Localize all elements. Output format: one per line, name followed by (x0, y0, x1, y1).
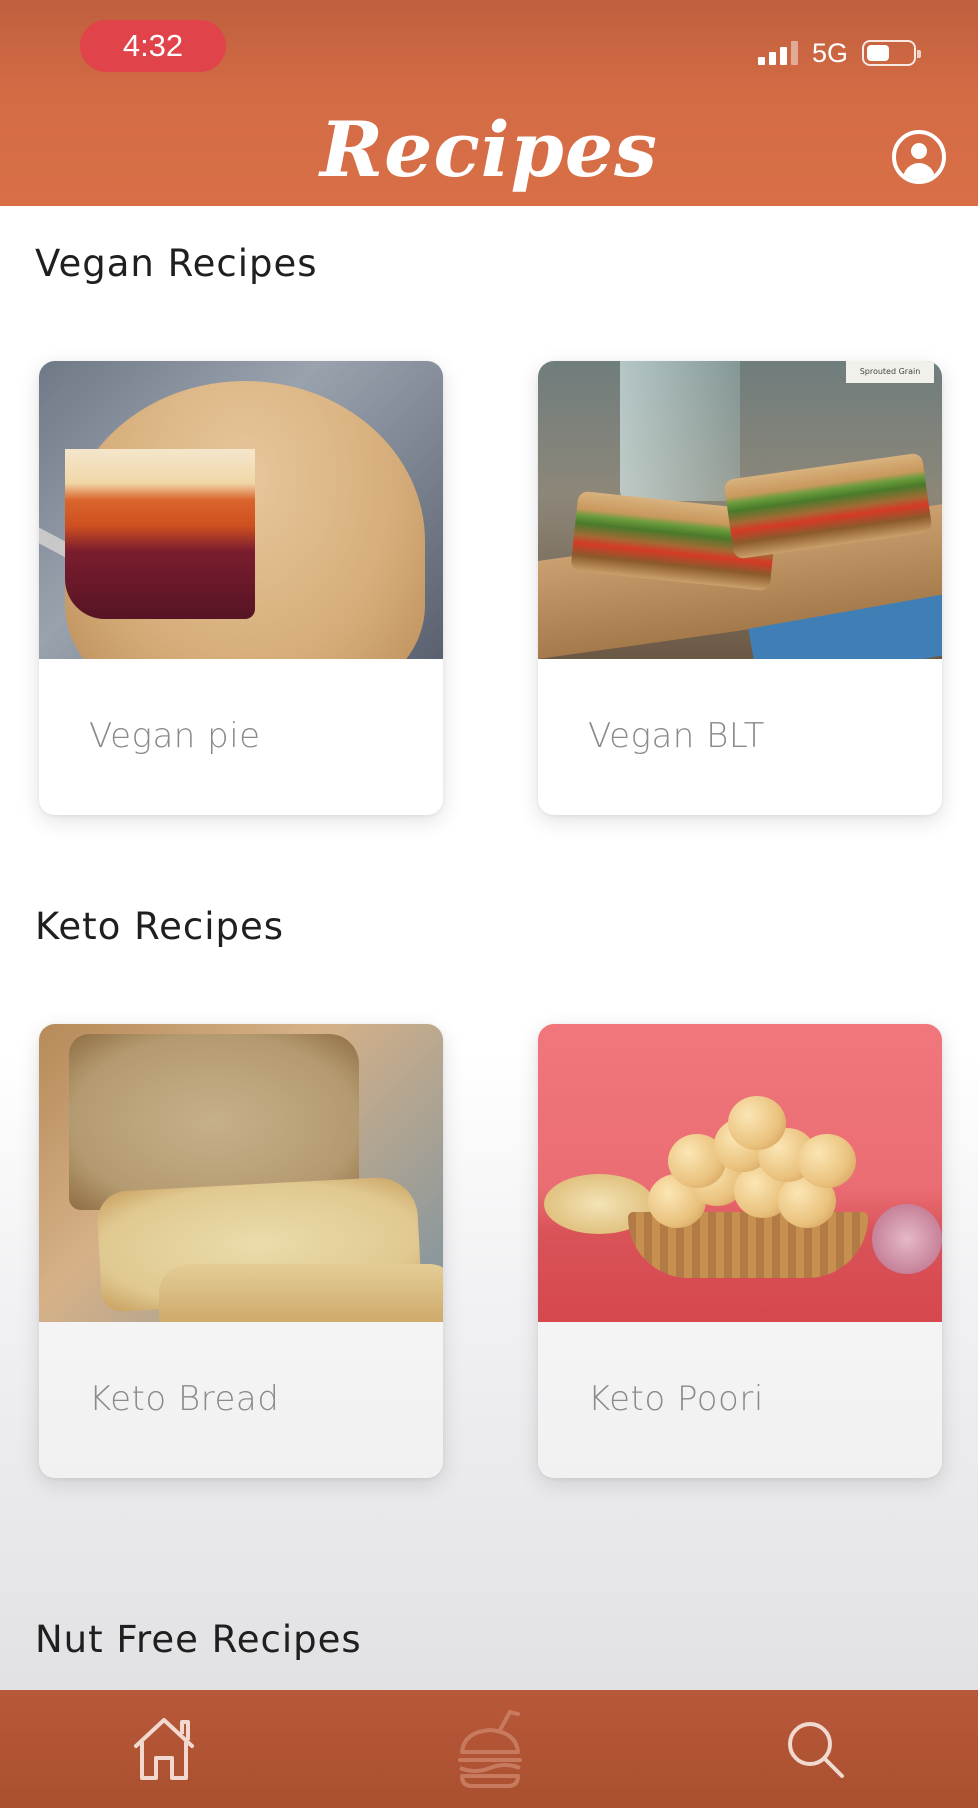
signal-icon (757, 41, 798, 65)
burger-icon (458, 1709, 522, 1788)
recipe-card-vegan-blt[interactable]: Sprouted Grain Vegan BLT (538, 361, 942, 815)
nav-recipes-button[interactable] (430, 1690, 550, 1808)
battery-icon (862, 40, 921, 66)
nav-home-button[interactable] (104, 1690, 224, 1808)
recipe-card-keto-bread[interactable]: Keto Bread (39, 1024, 443, 1478)
bottom-nav (0, 1690, 978, 1808)
status-indicators: 5G (757, 36, 921, 70)
page-title: Recipes (320, 105, 658, 194)
recipe-card-label: Keto Bread (89, 1379, 280, 1419)
package-tag: Sprouted Grain (846, 361, 934, 383)
search-icon (788, 1722, 844, 1778)
keto-poori-image (538, 1024, 942, 1322)
keto-bread-image (39, 1024, 443, 1322)
nav-search-button[interactable] (756, 1690, 876, 1808)
recipe-card-label: Keto Poori (588, 1379, 764, 1419)
recipe-card-label: Vegan pie (89, 716, 261, 756)
recipe-card-keto-poori[interactable]: Keto Poori (538, 1024, 942, 1478)
vegan-pie-image (39, 361, 443, 659)
vegan-blt-image: Sprouted Grain (538, 361, 942, 659)
home-icon (134, 1718, 194, 1780)
recipe-card-vegan-pie[interactable]: Vegan pie (39, 361, 443, 815)
network-type: 5G (811, 37, 848, 68)
app-header: 4:32 5G Recipes (0, 0, 978, 206)
section-title-nut-free: Nut Free Recipes (35, 1618, 362, 1661)
app-screen: 4:32 5G Recipes Vegan Recipes Vegan pie (0, 0, 978, 1808)
recipe-card-label: Vegan BLT (588, 716, 765, 756)
status-time: 4:32 (80, 20, 226, 72)
section-title-keto: Keto Recipes (35, 905, 285, 948)
profile-icon[interactable] (892, 130, 946, 184)
section-title-vegan: Vegan Recipes (35, 242, 318, 285)
